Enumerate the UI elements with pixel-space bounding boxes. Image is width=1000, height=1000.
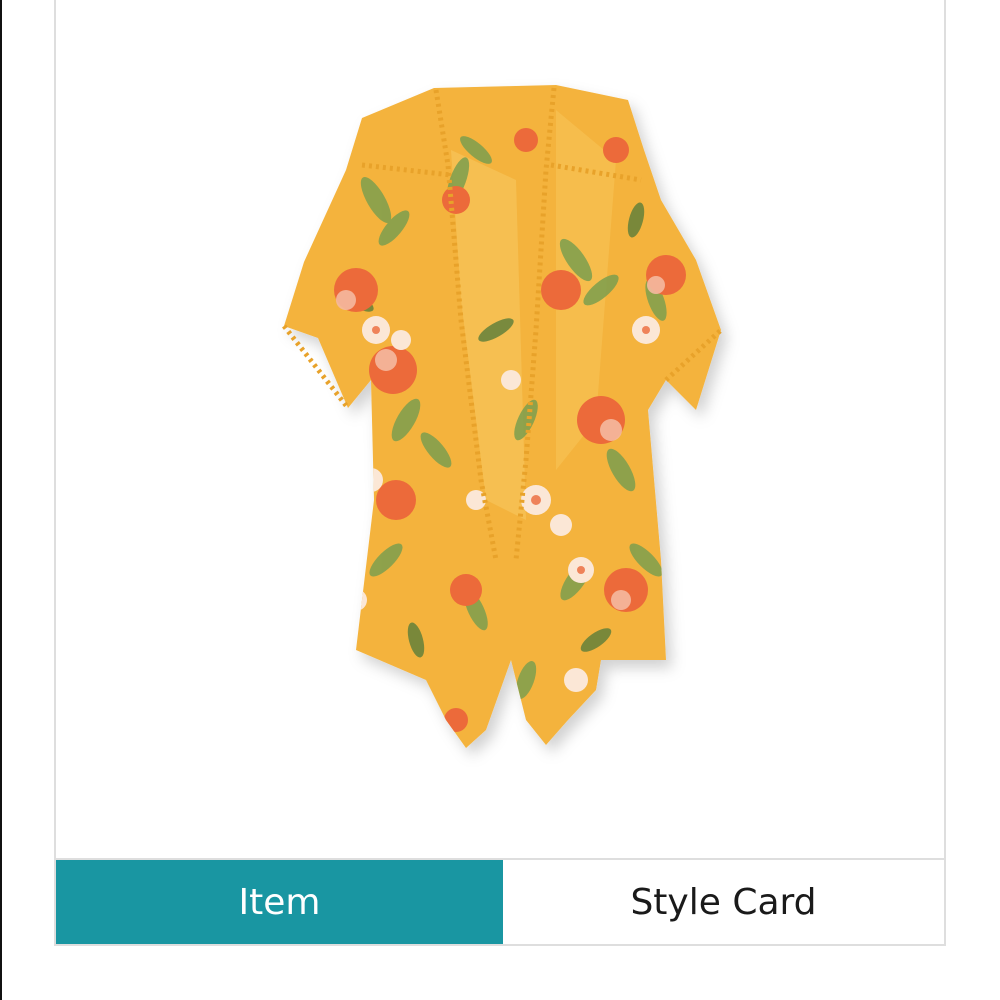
tab-style-card-label: Style Card [630,881,817,923]
tab-style-card[interactable]: Style Card [503,860,944,944]
tab-bar: Item Style Card [56,858,944,944]
tab-item-label: Item [238,881,321,923]
product-card: Item Style Card [54,0,946,946]
floral-kimono-image [282,85,723,748]
tab-item[interactable]: Item [56,860,503,944]
window-left-edge [0,0,2,1000]
product-image-area [56,0,944,858]
